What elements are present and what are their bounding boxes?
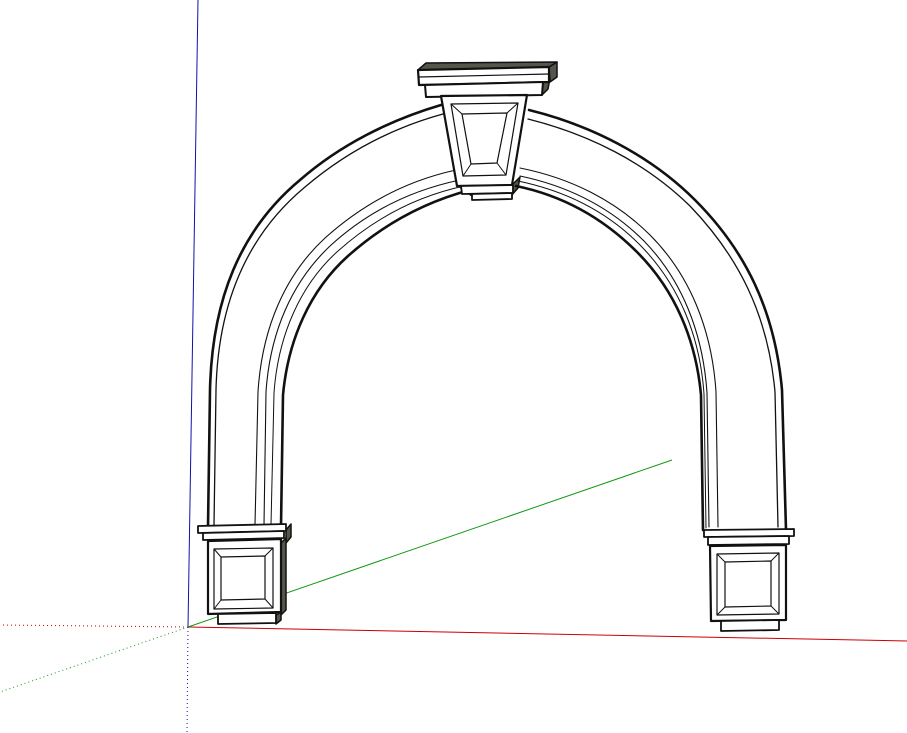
right-plinth [708, 543, 788, 632]
blue-axis-negative [186, 626, 189, 733]
red-axis [187, 626, 907, 642]
arch-inner-edge [279, 184, 705, 532]
red-axis-negative [0, 624, 189, 628]
green-axis-negative [0, 626, 189, 693]
3d-scene-canvas[interactable] [0, 0, 907, 733]
arch-inner-edge-2 [270, 180, 707, 529]
keystone [416, 65, 551, 201]
left-plinth [206, 537, 283, 625]
left-capital [197, 523, 287, 541]
right-capital [703, 528, 795, 546]
arch-mid-edge [254, 167, 719, 528]
arch-model[interactable] [197, 61, 795, 632]
blue-axis [187, 0, 199, 628]
arch-mid-edge-2 [263, 175, 710, 528]
sketchup-viewport[interactable] [0, 0, 907, 733]
